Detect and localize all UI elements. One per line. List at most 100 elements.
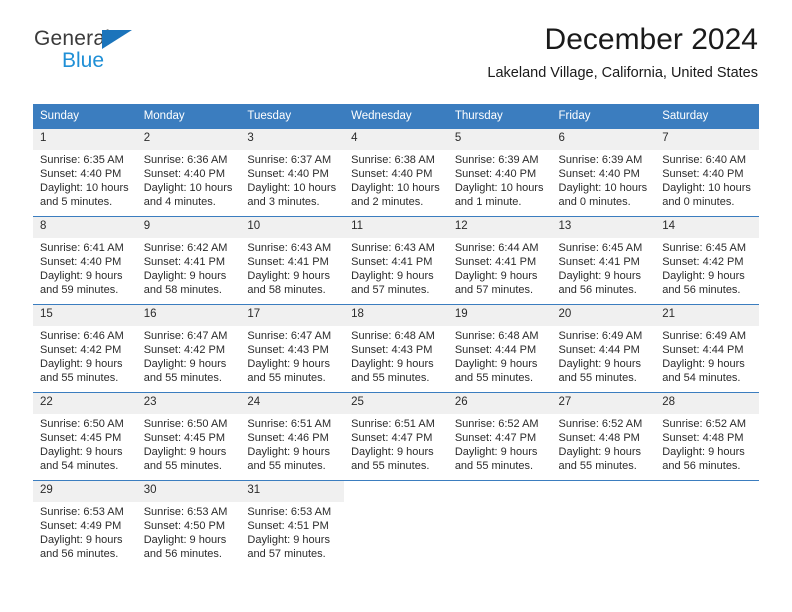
calendar-week-row: 29 Sunrise: 6:53 AM Sunset: 4:49 PM Dayligh… <box>33 479 759 568</box>
day-details: Sunrise: 6:48 AM Sunset: 4:43 PM Daylight:… <box>344 326 448 386</box>
month-calendar-grid: Sunday Monday Tuesday Wednesday Thursday Frid… <box>33 104 759 568</box>
daylight-text: and 55 minutes. <box>351 372 430 385</box>
sunset-text: Sunset: 4:42 PM <box>662 255 744 268</box>
day-number <box>344 481 448 501</box>
sunrise-text: Sunrise: 6:43 AM <box>247 241 332 254</box>
daylight-text: Daylight: 10 hours <box>40 182 129 195</box>
sunrise-text: Sunrise: 6:38 AM <box>351 153 435 166</box>
daylight-text: Daylight: 9 hours <box>351 270 434 283</box>
day-details: Sunrise: 6:42 AM Sunset: 4:41 PM Daylight:… <box>137 238 241 298</box>
calendar-day-cell[interactable]: 30 Sunrise: 6:53 AM Sunset: 4:50 PM Dayligh… <box>136 479 241 568</box>
calendar-day-cell[interactable]: 2 Sunrise: 6:36 AM Sunset: 4:40 PM Daylight… <box>136 128 241 217</box>
sunset-text: Sunset: 4:41 PM <box>558 255 640 268</box>
sunrise-text: Sunrise: 6:52 AM <box>558 417 643 430</box>
day-number <box>655 481 759 501</box>
calendar-day-cell[interactable]: 14 Sunrise: 6:45 AM Sunset: 4:42 PM Dayligh… <box>655 215 759 305</box>
calendar-day-cell[interactable]: 27 Sunrise: 6:52 AM Sunset: 4:48 PM Dayligh… <box>551 391 656 481</box>
sunset-text: Sunset: 4:40 PM <box>143 167 226 180</box>
sunrise-text: Sunrise: 6:52 AM <box>454 417 539 430</box>
calendar-day-cell[interactable]: 19 Sunrise: 6:48 AM Sunset: 4:44 PM Dayligh… <box>447 303 552 393</box>
sunset-text: Sunset: 4:40 PM <box>351 167 433 180</box>
sunset-text: Sunset: 4:41 PM <box>143 255 226 268</box>
daylight-text: Daylight: 10 hours <box>662 182 751 195</box>
calendar-day-cell[interactable]: 8 Sunrise: 6:41 AM Sunset: 4:40 PM Daylight… <box>33 215 137 305</box>
day-details <box>344 501 448 504</box>
calendar-day-cell[interactable]: 22 Sunrise: 6:50 AM Sunset: 4:45 PM Dayligh… <box>33 391 137 481</box>
daylight-text: and 2 minutes. <box>351 196 424 209</box>
day-number: 28 <box>655 392 759 414</box>
calendar-day-cell[interactable]: 7 Sunrise: 6:40 AM Sunset: 4:40 PM Daylight… <box>655 128 759 217</box>
logo-text-general: General <box>34 28 184 49</box>
day-number: 4 <box>344 128 448 150</box>
sunrise-text: Sunrise: 6:53 AM <box>247 505 332 518</box>
sunset-text: Sunset: 4:44 PM <box>662 343 744 356</box>
sunrise-text: Sunrise: 6:35 AM <box>40 153 124 166</box>
day-details: Sunrise: 6:53 AM Sunset: 4:49 PM Daylight:… <box>33 502 137 562</box>
day-number <box>448 481 552 501</box>
calendar-day-cell[interactable]: 3 Sunrise: 6:37 AM Sunset: 4:40 PM Daylight… <box>240 128 345 217</box>
calendar-day-cell[interactable]: 15 Sunrise: 6:46 AM Sunset: 4:42 PM Dayligh… <box>33 303 137 393</box>
day-number: 26 <box>447 392 552 414</box>
sunrise-text: Sunrise: 6:41 AM <box>40 241 124 254</box>
calendar-day-cell[interactable]: 10 Sunrise: 6:43 AM Sunset: 4:41 PM Dayligh… <box>240 215 345 305</box>
calendar-day-cell[interactable]: 9 Sunrise: 6:42 AM Sunset: 4:41 PM Daylight… <box>136 215 241 305</box>
calendar-day-cell[interactable]: 28 Sunrise: 6:52 AM Sunset: 4:48 PM Dayligh… <box>655 391 759 481</box>
calendar-day-cell[interactable]: 11 Sunrise: 6:43 AM Sunset: 4:41 PM Dayligh… <box>344 215 448 305</box>
day-details: Sunrise: 6:53 AM Sunset: 4:51 PM Daylight:… <box>240 502 344 562</box>
day-details <box>552 501 656 504</box>
daylight-text: and 55 minutes. <box>247 372 326 385</box>
daylight-text: and 55 minutes. <box>40 372 119 385</box>
daylight-text: and 55 minutes. <box>143 372 222 385</box>
sunset-text: Sunset: 4:40 PM <box>40 167 122 180</box>
daylight-text: Daylight: 9 hours <box>454 446 538 459</box>
calendar-day-cell[interactable]: 21 Sunrise: 6:49 AM Sunset: 4:44 PM Dayligh… <box>655 303 759 393</box>
calendar-day-cell[interactable]: 29 Sunrise: 6:53 AM Sunset: 4:49 PM Dayligh… <box>33 479 137 568</box>
daylight-text: Daylight: 9 hours <box>558 358 642 371</box>
calendar-day-cell[interactable]: 26 Sunrise: 6:52 AM Sunset: 4:47 PM Dayligh… <box>447 391 552 481</box>
day-details: Sunrise: 6:52 AM Sunset: 4:48 PM Daylight:… <box>655 414 759 474</box>
daylight-text: and 55 minutes. <box>143 460 222 473</box>
calendar-day-cell-empty <box>655 479 759 568</box>
weekday-header-monday: Monday <box>136 104 241 129</box>
day-details: Sunrise: 6:51 AM Sunset: 4:47 PM Daylight:… <box>344 414 448 474</box>
sunrise-text: Sunrise: 6:51 AM <box>247 417 332 430</box>
daylight-text: Daylight: 9 hours <box>40 270 123 283</box>
daylight-text: Daylight: 10 hours <box>247 182 337 195</box>
calendar-day-cell[interactable]: 1 Sunrise: 6:35 AM Sunset: 4:40 PM Daylight… <box>33 128 137 217</box>
calendar-day-cell[interactable]: 31 Sunrise: 6:53 AM Sunset: 4:51 PM Dayligh… <box>240 479 345 568</box>
daylight-text: Daylight: 9 hours <box>351 358 434 371</box>
calendar-day-cell[interactable]: 4 Sunrise: 6:38 AM Sunset: 4:40 PM Daylight… <box>344 128 448 217</box>
day-details: Sunrise: 6:39 AM Sunset: 4:40 PM Daylight:… <box>448 150 552 210</box>
daylight-text: Daylight: 9 hours <box>40 534 123 547</box>
daylight-text: Daylight: 9 hours <box>143 446 227 459</box>
calendar-day-cell[interactable]: 6 Sunrise: 6:39 AM Sunset: 4:40 PM Daylight… <box>551 128 656 217</box>
calendar-day-cell[interactable]: 13 Sunrise: 6:45 AM Sunset: 4:41 PM Dayligh… <box>551 215 656 305</box>
weekday-header-sunday: Sunday <box>33 104 137 129</box>
sunset-text: Sunset: 4:40 PM <box>558 167 640 180</box>
daylight-text: and 4 minutes. <box>143 196 216 209</box>
calendar-day-cell[interactable]: 25 Sunrise: 6:51 AM Sunset: 4:47 PM Dayligh… <box>344 391 448 481</box>
calendar-day-cell[interactable]: 12 Sunrise: 6:44 AM Sunset: 4:41 PM Dayligh… <box>447 215 552 305</box>
day-number: 15 <box>33 304 137 326</box>
calendar-day-cell[interactable]: 17 Sunrise: 6:47 AM Sunset: 4:43 PM Dayligh… <box>240 303 345 393</box>
daylight-text: Daylight: 10 hours <box>143 182 233 195</box>
daylight-text: Daylight: 9 hours <box>662 446 745 459</box>
day-number: 27 <box>551 392 656 414</box>
sunset-text: Sunset: 4:47 PM <box>351 431 433 444</box>
calendar-day-cell[interactable]: 20 Sunrise: 6:49 AM Sunset: 4:44 PM Dayligh… <box>551 303 656 393</box>
daylight-text: and 1 minute. <box>454 196 522 209</box>
sunrise-text: Sunrise: 6:39 AM <box>558 153 643 166</box>
calendar-day-cell[interactable]: 23 Sunrise: 6:50 AM Sunset: 4:45 PM Dayligh… <box>136 391 241 481</box>
daylight-text: and 55 minutes. <box>247 460 326 473</box>
sunrise-text: Sunrise: 6:36 AM <box>143 153 228 166</box>
calendar-day-cell[interactable]: 16 Sunrise: 6:47 AM Sunset: 4:42 PM Dayligh… <box>136 303 241 393</box>
calendar-day-cell[interactable]: 5 Sunrise: 6:39 AM Sunset: 4:40 PM Daylight… <box>447 128 552 217</box>
daylight-text: Daylight: 9 hours <box>662 358 745 371</box>
calendar-day-cell[interactable]: 18 Sunrise: 6:48 AM Sunset: 4:43 PM Dayligh… <box>344 303 448 393</box>
calendar-week-row: 8 Sunrise: 6:41 AM Sunset: 4:40 PM Daylight… <box>33 215 759 305</box>
sunset-text: Sunset: 4:41 PM <box>454 255 537 268</box>
day-details: Sunrise: 6:50 AM Sunset: 4:45 PM Daylight:… <box>137 414 241 474</box>
day-details: Sunrise: 6:49 AM Sunset: 4:44 PM Daylight:… <box>655 326 759 386</box>
calendar-day-cell[interactable]: 24 Sunrise: 6:51 AM Sunset: 4:46 PM Dayligh… <box>240 391 345 481</box>
daylight-text: and 55 minutes. <box>351 460 430 473</box>
